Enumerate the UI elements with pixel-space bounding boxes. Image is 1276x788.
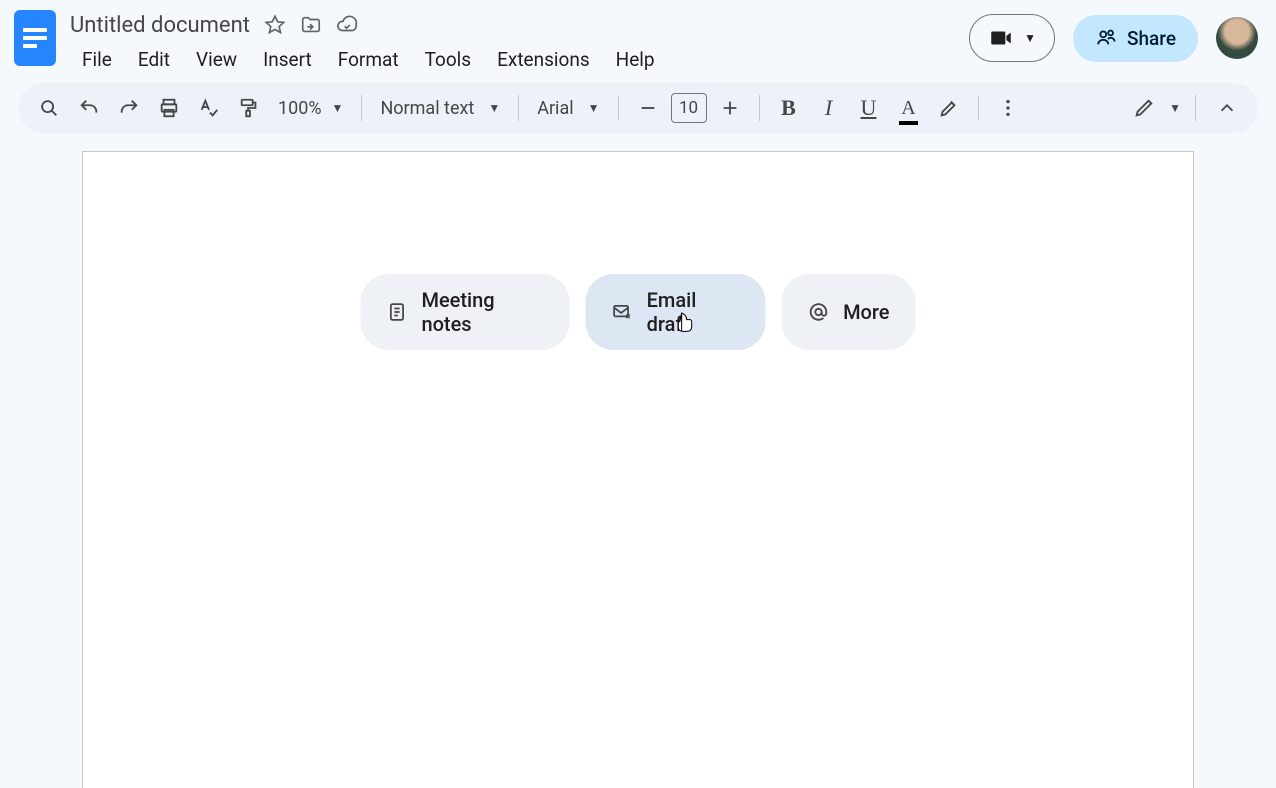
chevron-down-icon: ▼ (332, 101, 344, 115)
zoom-value: 100% (278, 98, 322, 119)
account-avatar[interactable] (1216, 17, 1258, 59)
menu-view[interactable]: View (184, 46, 249, 73)
undo-icon[interactable] (72, 91, 106, 125)
separator (759, 95, 760, 121)
spellcheck-icon[interactable] (192, 91, 226, 125)
move-folder-icon[interactable] (300, 14, 322, 36)
template-chips: Meeting notes Email draft More (361, 274, 916, 350)
meet-button[interactable]: ▼ (969, 14, 1055, 62)
editing-mode-button[interactable] (1127, 91, 1161, 125)
menu-format[interactable]: Format (326, 46, 411, 73)
chip-more[interactable]: More (781, 274, 915, 350)
highlight-button[interactable] (932, 91, 966, 125)
separator (618, 95, 619, 121)
star-icon[interactable] (264, 14, 286, 36)
chevron-down-icon: ▼ (488, 101, 500, 115)
decrease-font-size-icon[interactable] (631, 91, 665, 125)
chip-label: Meeting notes (421, 288, 543, 336)
underline-button[interactable]: U (852, 91, 886, 125)
email-icon (612, 301, 633, 323)
font-value: Arial (537, 98, 573, 119)
menu-extensions[interactable]: Extensions (485, 46, 602, 73)
paragraph-style-value: Normal text (380, 98, 474, 119)
font-size-input[interactable]: 10 (671, 93, 707, 123)
menu-file[interactable]: File (70, 46, 124, 73)
text-color-button[interactable]: A (892, 91, 926, 125)
paragraph-style-dropdown[interactable]: Normal text ▼ (374, 98, 506, 119)
bold-button[interactable]: B (772, 91, 806, 125)
zoom-dropdown[interactable]: 100% ▼ (272, 98, 349, 119)
print-icon[interactable] (152, 91, 186, 125)
italic-button[interactable]: I (812, 91, 846, 125)
chevron-down-icon: ▼ (588, 101, 600, 115)
menu-bar: File Edit View Insert Format Tools Exten… (70, 46, 667, 73)
more-tools-icon[interactable] (991, 91, 1025, 125)
chip-label: Email draft (647, 288, 739, 336)
document-icon (387, 301, 408, 323)
chevron-down-icon[interactable]: ▼ (1169, 101, 1181, 115)
increase-font-size-icon[interactable] (713, 91, 747, 125)
separator (1195, 95, 1196, 121)
chip-label: More (843, 300, 889, 324)
cloud-status-icon[interactable] (336, 14, 358, 36)
menu-tools[interactable]: Tools (413, 46, 484, 73)
chip-email-draft[interactable]: Email draft (586, 274, 765, 350)
separator (518, 95, 519, 121)
share-label: Share (1127, 27, 1176, 50)
collapse-toolbar-icon[interactable] (1210, 91, 1244, 125)
menu-insert[interactable]: Insert (251, 46, 324, 73)
separator (978, 95, 979, 121)
share-button[interactable]: Share (1073, 15, 1198, 62)
document-page[interactable]: Meeting notes Email draft More (82, 151, 1194, 788)
paint-format-icon[interactable] (232, 91, 266, 125)
separator (361, 95, 362, 121)
chip-meeting-notes[interactable]: Meeting notes (361, 274, 570, 350)
redo-icon[interactable] (112, 91, 146, 125)
docs-app-icon[interactable] (14, 10, 56, 66)
font-dropdown[interactable]: Arial ▼ (531, 98, 605, 119)
document-title[interactable]: Untitled document (70, 13, 250, 38)
search-icon[interactable] (32, 91, 66, 125)
at-icon (807, 301, 829, 323)
menu-edit[interactable]: Edit (126, 46, 182, 73)
toolbar: 100% ▼ Normal text ▼ Arial ▼ 10 B I U A … (18, 83, 1258, 133)
menu-help[interactable]: Help (604, 46, 667, 73)
chevron-down-icon: ▼ (1024, 31, 1036, 45)
